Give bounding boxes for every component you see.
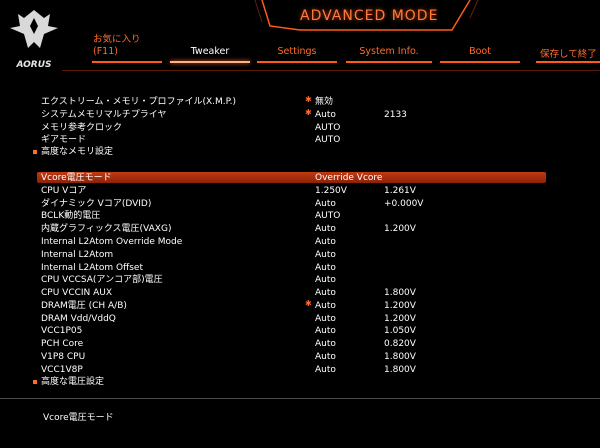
setting-row-vccsa[interactable]: CPU VCCSA(アンコア部)電圧 Auto	[0, 274, 600, 286]
favorites-tab[interactable]: お気に入り (F11)	[93, 34, 141, 58]
setting-current-value: 2133	[384, 110, 407, 120]
setting-row-bclk-voltage[interactable]: BCLK動的電圧 AUTO	[0, 210, 600, 222]
setting-current-value: 1.261V	[384, 186, 416, 196]
advanced-memory-settings-link[interactable]: 高度なメモリ設定	[0, 146, 600, 158]
setting-row-dram-voltage[interactable]: DRAM電圧 (CH A/B) ✱ Auto 1.200V	[0, 299, 600, 312]
tab-system-info[interactable]: System Info.	[346, 46, 432, 60]
setting-label: 高度なメモリ設定	[41, 147, 114, 157]
save-exit-tab[interactable]: 保存して終了	[540, 46, 597, 60]
setting-value: Auto	[315, 365, 336, 375]
save-exit-underline	[536, 61, 600, 63]
setting-value: Auto	[315, 301, 336, 311]
setting-row-l2atom-offset[interactable]: Internal L2Atom Offset Auto	[0, 262, 600, 274]
setting-value: Auto	[315, 288, 336, 298]
setting-current-value: 1.200V	[384, 314, 416, 324]
setting-current-value: 1.800V	[384, 352, 416, 362]
bullet-icon	[33, 150, 37, 154]
setting-value: Override Vcore	[315, 173, 383, 183]
setting-value: Auto	[315, 263, 336, 273]
setting-row-v1p8-cpu[interactable]: V1P8 CPU Auto 1.800V	[0, 351, 600, 363]
bios-header: AORUS ADVANCED MODE お気に入り (F11) Tweaker …	[0, 0, 600, 80]
setting-value: Auto	[315, 224, 336, 234]
setting-value: Auto	[315, 199, 336, 209]
setting-label: PCH Core	[41, 339, 84, 349]
header-divider	[62, 70, 600, 71]
setting-label: ギアモード	[41, 135, 87, 145]
star-icon: ✱	[305, 95, 312, 104]
setting-row-memory-ref-clock[interactable]: メモリ参考クロック AUTO	[0, 122, 600, 134]
setting-label: システムメモリマルチプライヤ	[41, 110, 167, 120]
setting-value: Auto	[315, 250, 336, 260]
setting-label: 高度な電圧設定	[41, 377, 105, 387]
setting-row-vcc1v8p[interactable]: VCC1V8P Auto 1.800V	[0, 364, 600, 376]
setting-current-value: 1.200V	[384, 301, 416, 311]
setting-label: CPU VCCSA(アンコア部)電圧	[41, 275, 163, 285]
setting-value: Auto	[315, 326, 336, 336]
setting-value: Auto	[315, 314, 336, 324]
help-divider	[0, 398, 600, 399]
setting-value: Auto	[315, 237, 336, 247]
star-icon: ✱	[305, 299, 312, 308]
setting-row-pch-core[interactable]: PCH Core Auto 0.820V	[0, 338, 600, 350]
setting-label: Internal L2Atom	[41, 250, 114, 260]
setting-label: メモリ参考クロック	[41, 123, 123, 133]
setting-value: 1.250V	[315, 186, 347, 196]
setting-label: Internal L2Atom Offset	[41, 263, 143, 273]
setting-row-dram-vdd[interactable]: DRAM Vdd/VddQ Auto 1.200V	[0, 313, 600, 325]
setting-row-memory-multiplier[interactable]: システムメモリマルチプライヤ ✱ Auto 2133	[0, 108, 600, 121]
setting-row-gear-mode[interactable]: ギアモード AUTO	[0, 134, 600, 146]
tab-tweaker[interactable]: Tweaker	[170, 46, 250, 60]
star-icon: ✱	[305, 108, 312, 117]
tab-tweaker-underline	[170, 61, 250, 63]
setting-label: CPU Vコア	[41, 186, 87, 196]
setting-current-value: 1.800V	[384, 288, 416, 298]
setting-value: Auto	[315, 110, 336, 120]
favorites-label: お気に入り	[93, 34, 141, 45]
tab-boot-underline	[440, 61, 520, 63]
setting-current-value: 1.800V	[384, 365, 416, 375]
setting-value: Auto	[315, 275, 336, 285]
setting-label: ダイナミック Vコア(DVID)	[41, 199, 152, 209]
tab-settings-underline	[257, 61, 337, 63]
setting-current-value: 1.200V	[384, 224, 416, 234]
setting-label: Internal L2Atom Override Mode	[41, 237, 183, 247]
advanced-voltage-settings-link[interactable]: 高度な電圧設定	[0, 376, 600, 388]
setting-label: CPU VCCIN AUX	[41, 288, 113, 298]
setting-label: DRAM電圧 (CH A/B)	[41, 301, 127, 311]
setting-row-vcc1p05[interactable]: VCC1P05 Auto 1.050V	[0, 325, 600, 337]
setting-row-vcore-mode-selected[interactable]: Vcore電圧モード Override Vcore	[37, 172, 546, 183]
setting-row-l2atom[interactable]: Internal L2Atom Auto	[0, 249, 600, 261]
help-text: Vcore電圧モード	[43, 413, 114, 423]
setting-value: Auto	[315, 339, 336, 349]
setting-value: AUTO	[315, 123, 341, 133]
setting-value: 無効	[315, 97, 334, 107]
setting-row-l2atom-override[interactable]: Internal L2Atom Override Mode Auto	[0, 236, 600, 248]
tab-boot[interactable]: Boot	[440, 46, 520, 60]
setting-label: VCC1P05	[41, 326, 83, 336]
setting-label: VCC1V8P	[41, 365, 83, 375]
setting-label: Vcore電圧モード	[41, 173, 112, 183]
setting-value: AUTO	[315, 211, 341, 221]
setting-row-dvid[interactable]: ダイナミック Vコア(DVID) Auto +0.000V	[0, 198, 600, 210]
tab-settings[interactable]: Settings	[257, 46, 337, 60]
setting-row-cpu-vcore[interactable]: CPU Vコア 1.250V 1.261V	[0, 185, 600, 197]
setting-current-value: +0.000V	[384, 199, 424, 209]
tab-system-info-underline	[346, 61, 432, 63]
favorites-underline	[92, 61, 162, 63]
setting-value: AUTO	[315, 135, 341, 145]
setting-label: エクストリーム・メモリ・プロファイル(X.M.P.)	[41, 97, 237, 107]
setting-current-value: 0.820V	[384, 339, 416, 349]
setting-label: 内蔵グラフィックス電圧(VAXG)	[41, 224, 172, 234]
setting-row-vccin-aux[interactable]: CPU VCCIN AUX Auto 1.800V	[0, 287, 600, 299]
mode-title: ADVANCED MODE	[300, 8, 439, 24]
setting-row-xmp[interactable]: エクストリーム・メモリ・プロファイル(X.M.P.) ✱ 無効	[0, 95, 600, 108]
setting-label: DRAM Vdd/VddQ	[41, 314, 116, 324]
setting-label: V1P8 CPU	[41, 352, 86, 362]
setting-label: BCLK動的電圧	[41, 211, 101, 221]
favorites-key: (F11)	[93, 46, 118, 57]
bullet-icon	[33, 380, 37, 384]
setting-value: Auto	[315, 352, 336, 362]
setting-current-value: 1.050V	[384, 326, 416, 336]
setting-row-vaxg[interactable]: 内蔵グラフィックス電圧(VAXG) Auto 1.200V	[0, 223, 600, 235]
